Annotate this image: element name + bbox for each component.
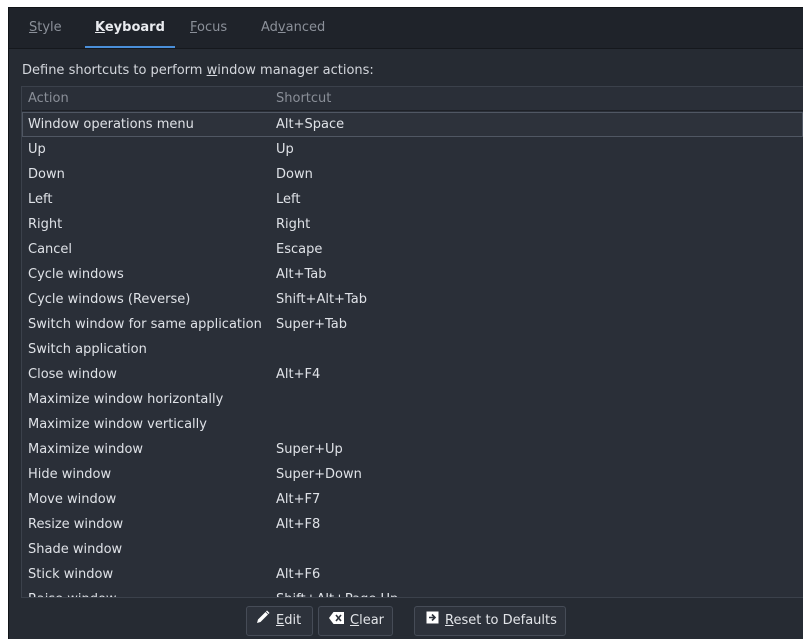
shortcut-cell: Down	[276, 167, 313, 182]
shortcut-cell: Alt+Tab	[276, 267, 327, 282]
tab-advanced-label: anced	[285, 20, 326, 35]
column-header-shortcut[interactable]: Shortcut	[276, 87, 331, 111]
action-cell: Maximize window vertically	[28, 417, 207, 432]
tab-style-label: tyle	[37, 20, 62, 35]
tab-advanced[interactable]: Advanced	[261, 8, 325, 48]
table-row[interactable]: Window operations menu Alt+Space	[22, 112, 803, 137]
action-cell: Switch window for same application	[28, 317, 262, 332]
action-cell: Right	[28, 217, 63, 232]
tab-focus-label: ocus	[197, 20, 228, 35]
table-row[interactable]: Raise window Shift+Alt+Page Up	[22, 587, 803, 597]
action-cell: Left	[28, 192, 53, 207]
shortcut-cell: Alt+F8	[276, 517, 321, 532]
shortcut-cell: Up	[276, 142, 294, 157]
table-row[interactable]: Right Right	[22, 212, 803, 237]
shortcut-cell: Alt+F4	[276, 367, 321, 382]
table-row[interactable]: Maximize window vertically	[22, 412, 803, 437]
shortcut-cell: Escape	[276, 242, 323, 257]
active-tab-indicator	[85, 46, 175, 48]
tab-keyboard[interactable]: Keyboard	[85, 8, 175, 48]
action-cell: Up	[28, 142, 46, 157]
tab-keyboard-label: eyboard	[104, 20, 165, 35]
shortcut-cell: Right	[276, 217, 311, 232]
button-bar: Edit Clear Reset to Defaults	[9, 599, 803, 639]
tab-focus-mnemonic: F	[190, 20, 198, 35]
tab-style[interactable]: Style	[29, 8, 62, 48]
action-cell: Down	[28, 167, 65, 182]
table-row[interactable]: Down Down	[22, 162, 803, 187]
tab-bar: Style Keyboard Focus Advanced	[9, 8, 803, 49]
shortcut-cell: Alt+Space	[276, 117, 345, 132]
table-row[interactable]: Close window Alt+F4	[22, 362, 803, 387]
pencil-icon	[256, 607, 270, 635]
table-row[interactable]: Maximize window horizontally	[22, 387, 803, 412]
reset-defaults-button-label: Reset to Defaults	[445, 613, 557, 628]
action-cell: Stick window	[28, 567, 114, 582]
action-cell: Cycle windows (Reverse)	[28, 292, 191, 307]
action-cell: Raise window	[28, 587, 117, 597]
tab-focus[interactable]: Focus	[190, 8, 227, 48]
description-pre: Define shortcuts to perform	[22, 63, 207, 78]
edit-button-label: Edit	[276, 613, 302, 628]
backspace-icon	[329, 607, 344, 635]
list-header: Action Shortcut	[22, 87, 803, 111]
shortcut-cell: Left	[276, 192, 301, 207]
action-cell: Move window	[28, 492, 117, 507]
action-cell: Hide window	[28, 467, 112, 482]
action-cell: Resize window	[28, 517, 124, 532]
table-row[interactable]: Switch window for same application Super+…	[22, 312, 803, 337]
tab-advanced-label-pre: Ad	[261, 20, 278, 35]
shortcut-cell: Super+Down	[276, 467, 362, 482]
description-label: Define shortcuts to perform window manag…	[22, 63, 374, 78]
description-mnemonic: w	[206, 63, 218, 78]
shortcut-cell: Super+Tab	[276, 317, 347, 332]
table-row[interactable]: Move window Alt+F7	[22, 487, 803, 512]
shortcut-cell: Super+Up	[276, 442, 343, 457]
table-row[interactable]: Up Up	[22, 137, 803, 162]
tab-advanced-mnemonic: v	[277, 20, 286, 35]
table-row[interactable]: Left Left	[22, 187, 803, 212]
action-cell: Cancel	[28, 242, 73, 257]
column-header-action[interactable]: Action	[28, 87, 69, 111]
action-cell: Switch application	[28, 342, 147, 357]
shortcut-cell: Shift+Alt+Tab	[276, 292, 367, 307]
table-row[interactable]: Hide window Super+Down	[22, 462, 803, 487]
shortcut-cell: Shift+Alt+Page Up	[276, 587, 398, 597]
shortcut-cell: Alt+F6	[276, 567, 321, 582]
reset-defaults-button[interactable]: Reset to Defaults	[414, 606, 566, 636]
reset-icon	[426, 607, 439, 635]
table-row[interactable]: Cycle windows (Reverse) Shift+Alt+Tab	[22, 287, 803, 312]
clear-button-label: Clear	[350, 613, 384, 628]
table-row[interactable]: Switch application	[22, 337, 803, 362]
tab-keyboard-mnemonic: K	[95, 20, 105, 35]
clear-button[interactable]: Clear	[318, 606, 393, 636]
table-row[interactable]: Maximize window Super+Up	[22, 437, 803, 462]
table-row[interactable]: Cycle windows Alt+Tab	[22, 262, 803, 287]
description-post: indow manager actions:	[217, 63, 374, 78]
action-cell: Maximize window	[28, 442, 144, 457]
table-row[interactable]: Stick window Alt+F6	[22, 562, 803, 587]
table-row[interactable]: Cancel Escape	[22, 237, 803, 262]
table-row[interactable]: Resize window Alt+F8	[22, 512, 803, 537]
action-cell: Close window	[28, 367, 117, 382]
table-row[interactable]: Shade window	[22, 537, 803, 562]
edit-button[interactable]: Edit	[246, 606, 313, 636]
action-cell: Cycle windows	[28, 267, 124, 282]
settings-window: Style Keyboard Focus Advanced Define sho…	[8, 7, 803, 639]
action-cell: Maximize window horizontally	[28, 392, 224, 407]
action-cell: Shade window	[28, 542, 123, 557]
shortcuts-list[interactable]: Action Shortcut Window operations menu Al…	[21, 86, 803, 598]
shortcut-cell: Alt+F7	[276, 492, 321, 507]
action-cell: Window operations menu	[28, 117, 194, 132]
